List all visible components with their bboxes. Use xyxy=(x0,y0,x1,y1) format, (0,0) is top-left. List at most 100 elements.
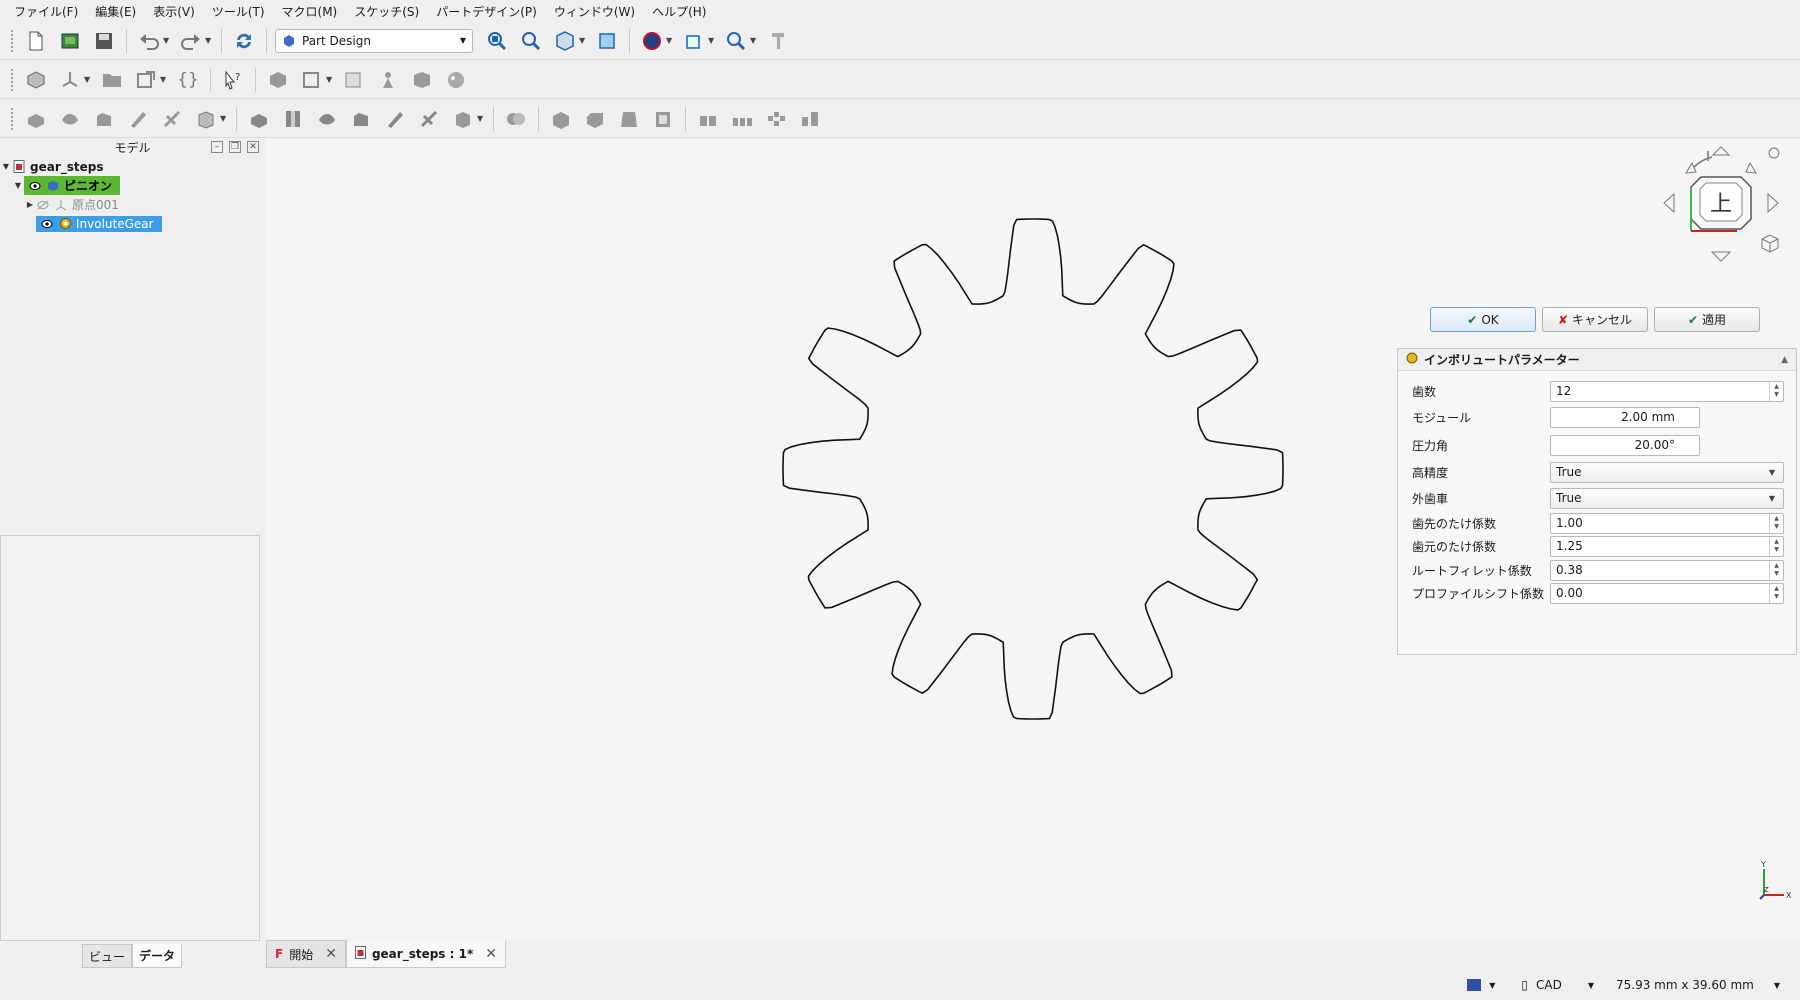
apply-button[interactable]: ✔ 適用 xyxy=(1654,307,1760,332)
fit-selection-button[interactable] xyxy=(517,27,545,55)
view-menu-icon[interactable] xyxy=(1768,147,1780,159)
teeth-spinbox[interactable]: 12 ▲ ▼ xyxy=(1550,380,1784,402)
link-dropdown-icon[interactable]: ▼ xyxy=(160,75,168,84)
helix-button[interactable] xyxy=(158,105,186,133)
tree-item-body[interactable]: ▼ ピニオン xyxy=(0,176,265,195)
clone-button[interactable] xyxy=(442,66,470,94)
tree-item-involutegear[interactable]: InvoluteGear xyxy=(0,214,265,233)
root-fillet-spinbox[interactable]: 0.38 ▲ ▼ xyxy=(1550,559,1784,581)
addendum-spinbox[interactable]: 1.00 ▲ ▼ xyxy=(1550,512,1784,534)
hole-button[interactable] xyxy=(279,105,307,133)
spin-arrows-icon[interactable]: ▲ ▼ xyxy=(1769,583,1783,603)
additive-dropdown-icon[interactable]: ▼ xyxy=(220,114,228,123)
subtractive-pipe-button[interactable] xyxy=(381,105,409,133)
hidden-eye-icon[interactable] xyxy=(36,198,50,212)
minimize-icon[interactable]: – xyxy=(211,141,223,153)
toolbar-grip[interactable] xyxy=(10,106,14,131)
close-tab-icon[interactable]: ✕ xyxy=(325,946,337,962)
toolbar-grip[interactable] xyxy=(10,28,14,53)
body-button[interactable] xyxy=(264,66,292,94)
measure-button[interactable] xyxy=(722,27,750,55)
fillet-button[interactable] xyxy=(547,105,575,133)
3d-viewport[interactable]: 上 ✔ OK ✘ キャンセル ✔ 適用 インボリュートパラメーター ▲ 歯数 1… xyxy=(266,139,1800,939)
subtractive-helix-button[interactable] xyxy=(415,105,443,133)
view-iso-button[interactable] xyxy=(551,27,579,55)
visibility-eye-icon[interactable] xyxy=(40,217,54,231)
tab-view[interactable]: ビュー xyxy=(82,944,133,968)
multi-transform-button[interactable] xyxy=(796,105,824,133)
measure-dropdown-icon[interactable]: ▼ xyxy=(750,36,758,45)
menu-help[interactable]: ヘルプ(H) xyxy=(646,3,717,20)
rotate-left-arrow-icon[interactable] xyxy=(1693,151,1713,168)
draw-style-swatch-icon[interactable] xyxy=(1467,979,1482,991)
workbench-selector[interactable]: Part Design ▼ xyxy=(275,28,473,53)
high-precision-select[interactable]: True ▼ xyxy=(1550,461,1784,483)
save-button[interactable] xyxy=(90,27,118,55)
spin-arrows-icon[interactable]: ▲ ▼ xyxy=(1769,381,1783,401)
spin-arrows-icon[interactable]: ▲ ▼ xyxy=(1769,513,1783,533)
rotate-ccw-icon[interactable] xyxy=(1685,161,1697,174)
tab-gear-steps[interactable]: gear_steps : 1* ✕ xyxy=(345,940,506,968)
profile-shift-spinbox[interactable]: 0.00 ▲ ▼ xyxy=(1550,582,1784,604)
subtractive-loft-button[interactable] xyxy=(347,105,375,133)
menu-tools[interactable]: ツール(T) xyxy=(206,3,276,20)
cancel-button[interactable]: ✘ キャンセル xyxy=(1542,307,1648,332)
pad-button[interactable] xyxy=(22,105,50,133)
polar-pattern-button[interactable] xyxy=(762,105,790,133)
boolean-button[interactable] xyxy=(502,105,530,133)
menu-file[interactable]: ファイル(F) xyxy=(8,3,89,20)
menu-partdesign[interactable]: パートデザイン(P) xyxy=(430,3,548,20)
chevron-down-icon[interactable]: ▼ xyxy=(1588,981,1594,990)
menu-macro[interactable]: マクロ(M) xyxy=(276,3,349,20)
pressure-angle-field[interactable]: 20.00° xyxy=(1550,434,1700,456)
close-tab-icon[interactable]: ✕ xyxy=(485,946,497,962)
menu-edit[interactable]: 編集(E) xyxy=(89,3,147,20)
property-view[interactable] xyxy=(0,535,260,941)
linear-pattern-button[interactable] xyxy=(728,105,756,133)
draw-style-dropdown-icon[interactable]: ▼ xyxy=(666,36,674,45)
additive-primitive-button[interactable] xyxy=(192,105,220,133)
thickness-button[interactable] xyxy=(649,105,677,133)
group-button[interactable] xyxy=(98,66,126,94)
spin-arrows-icon[interactable]: ▲ ▼ xyxy=(1769,560,1783,580)
dimension-button[interactable] xyxy=(764,27,792,55)
sketch-dropdown-icon[interactable]: ▼ xyxy=(326,75,334,84)
collapse-arrow-icon[interactable]: ▼ xyxy=(0,162,12,171)
loft-button[interactable] xyxy=(90,105,118,133)
tree-item-document[interactable]: ▼ gear_steps xyxy=(0,157,265,176)
pan-down-icon[interactable] xyxy=(1710,251,1732,262)
navigation-cube[interactable]: 上 xyxy=(1656,139,1786,279)
menu-view[interactable]: 表示(V) xyxy=(147,3,206,20)
collapse-arrow-icon[interactable]: ▼ xyxy=(12,181,24,190)
close-icon[interactable]: ✕ xyxy=(247,141,259,153)
part-button[interactable] xyxy=(22,66,50,94)
expression-button[interactable]: {} xyxy=(174,66,202,94)
refresh-button[interactable] xyxy=(230,27,258,55)
groove-button[interactable] xyxy=(313,105,341,133)
std-views-button[interactable] xyxy=(680,27,708,55)
std-views-dropdown-icon[interactable]: ▼ xyxy=(708,36,716,45)
tree-item-origin[interactable]: ▶ 原点001 xyxy=(0,195,265,214)
subshape-binder-button[interactable] xyxy=(408,66,436,94)
link-button[interactable] xyxy=(132,66,160,94)
pocket-button[interactable] xyxy=(245,105,273,133)
tab-data[interactable]: データ xyxy=(132,944,183,968)
whats-this-button[interactable]: ? xyxy=(219,66,247,94)
menu-window[interactable]: ウィンドウ(W) xyxy=(548,3,646,20)
undo-button[interactable] xyxy=(135,27,163,55)
revolution-button[interactable] xyxy=(56,105,84,133)
shape-binder-button[interactable] xyxy=(374,66,402,94)
select-box-button[interactable] xyxy=(593,27,621,55)
home-cube-icon[interactable] xyxy=(1761,234,1779,253)
draw-style-button[interactable] xyxy=(638,27,666,55)
subtractive-primitive-button[interactable] xyxy=(449,105,477,133)
view-dropdown-icon[interactable]: ▼ xyxy=(579,36,587,45)
fit-all-button[interactable] xyxy=(483,27,511,55)
validate-sketch-button[interactable] xyxy=(340,66,368,94)
sketch-button[interactable] xyxy=(298,66,326,94)
draft-button[interactable] xyxy=(615,105,643,133)
chevron-down-icon[interactable]: ▼ xyxy=(1774,981,1780,990)
pan-right-icon[interactable] xyxy=(1767,192,1779,214)
pan-left-icon[interactable] xyxy=(1663,192,1675,214)
pipe-button[interactable] xyxy=(124,105,152,133)
